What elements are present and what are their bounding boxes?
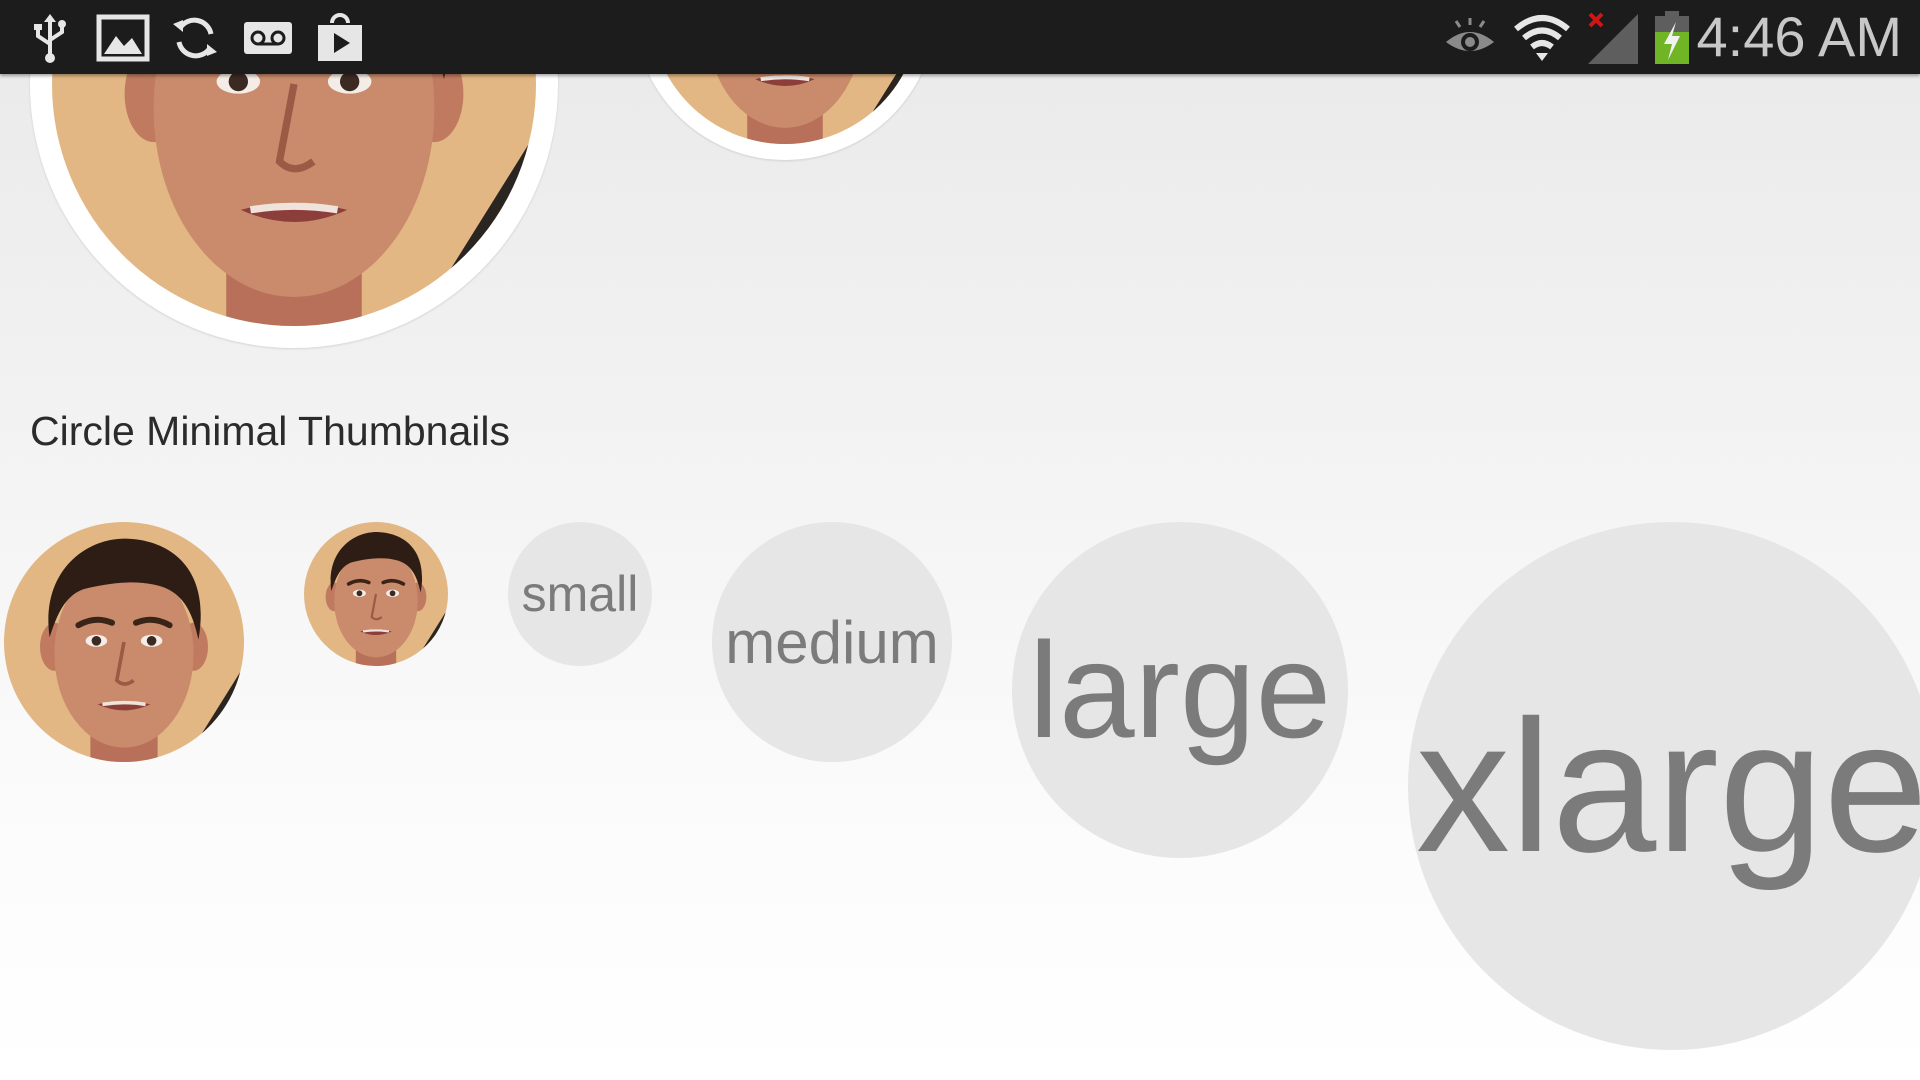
sync-icon <box>167 10 223 66</box>
gallery-icon <box>95 10 151 66</box>
minimal-thumbnail-medium[interactable] <box>4 522 244 762</box>
placeholder-large-label: large <box>1028 614 1332 766</box>
signal-no-service-icon <box>1584 10 1640 66</box>
avatar <box>304 522 448 666</box>
placeholder-xlarge-label: xlarge <box>1415 681 1920 891</box>
placeholder-small-label: small <box>521 566 639 622</box>
minimal-thumbnail-small[interactable] <box>304 522 448 666</box>
placeholder-xlarge[interactable]: xlarge <box>1408 522 1920 1050</box>
smart-stay-eye-icon <box>1442 10 1498 66</box>
placeholder-small[interactable]: small <box>508 522 652 666</box>
voicemail-icon <box>240 10 296 66</box>
placeholder-medium[interactable]: medium <box>712 522 952 762</box>
status-bar: 4:46 AM <box>0 0 1920 74</box>
section-title: Circle Minimal Thumbnails <box>30 408 510 454</box>
placeholder-large[interactable]: large <box>1012 522 1348 858</box>
usb-icon <box>22 10 78 66</box>
status-time: 4:46 AM <box>1696 5 1902 68</box>
play-store-icon <box>312 10 368 66</box>
placeholder-medium-label: medium <box>725 608 939 676</box>
wifi-icon <box>1514 10 1570 66</box>
avatar <box>4 522 244 762</box>
battery-charging-icon <box>1644 10 1700 66</box>
